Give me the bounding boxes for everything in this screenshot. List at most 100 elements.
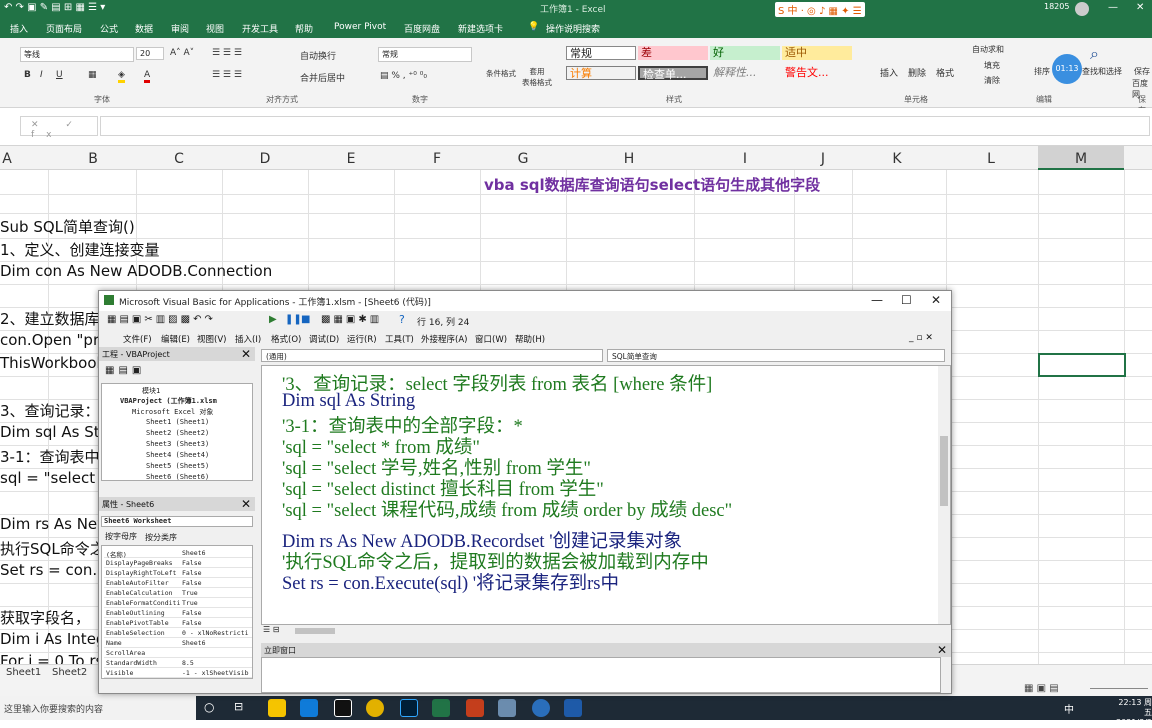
maximize-icon[interactable]: ☐ xyxy=(901,293,912,307)
font-name-select[interactable]: 等线 xyxy=(20,47,134,62)
border-icon[interactable]: ▦ xyxy=(88,70,97,80)
qq-icon[interactable] xyxy=(334,699,352,717)
prop-row[interactable]: Visible -1 - xlSheetVisib xyxy=(104,668,252,678)
tree-item-sheet[interactable]: Sheet1 (Sheet1) xyxy=(146,418,209,426)
cell-text[interactable]: For i = 0 To rs xyxy=(0,652,103,664)
props-object-select[interactable]: Sheet6 Worksheet xyxy=(101,516,253,527)
style-warning[interactable]: 警告文... xyxy=(782,66,852,80)
font-color-icon[interactable]: A xyxy=(144,70,151,83)
insert-cells-button[interactable]: 插入 xyxy=(880,66,898,79)
save-baidu-button[interactable]: 保存 xyxy=(1134,66,1150,77)
menu-insert[interactable]: 插入(I) xyxy=(235,333,261,345)
procedure-select[interactable]: SQL简单查询 xyxy=(607,349,945,362)
explorer-icon[interactable] xyxy=(268,699,286,717)
excel-icon[interactable] xyxy=(432,699,450,717)
sort-filter-button[interactable]: 排序 xyxy=(1034,66,1050,77)
cell-text[interactable]: Sub SQL简单查询() xyxy=(0,216,135,237)
prop-row[interactable]: EnableFormatConditi True xyxy=(104,598,252,608)
pause-icon[interactable]: ❚❚ xyxy=(285,314,302,325)
avatar[interactable] xyxy=(1075,2,1089,16)
project-toolbar-icons[interactable]: ▦▤▣ xyxy=(105,365,145,376)
menu-tools[interactable]: 工具(T) xyxy=(385,333,414,345)
number-format-select[interactable]: 常规 xyxy=(378,47,472,62)
tab-help[interactable]: 帮助 xyxy=(295,22,313,35)
chrome-icon[interactable] xyxy=(366,699,384,717)
formula-controls[interactable]: ✕ ✓ fx xyxy=(20,116,98,140)
style-bad[interactable]: 差 xyxy=(638,46,708,60)
view-mode-icons[interactable]: ▦ ▣ ▤ xyxy=(1024,683,1059,694)
tab-review[interactable]: 审阅 xyxy=(171,22,189,35)
menu-addins[interactable]: 外接程序(A) xyxy=(421,333,467,345)
prop-row[interactable]: EnableAutoFilter False xyxy=(104,578,252,588)
app-icon[interactable] xyxy=(498,699,516,717)
tree-item-sheet[interactable]: Sheet4 (Sheet4) xyxy=(146,451,209,459)
cell-text[interactable]: sql = "select * xyxy=(0,469,107,487)
ime-indicator[interactable]: 中 xyxy=(1064,701,1074,716)
percent-icon[interactable]: ▤ % , ⁺⁰ ⁰₀ xyxy=(380,71,427,81)
italic-button[interactable]: I xyxy=(40,70,43,80)
style-normal[interactable]: 常规 xyxy=(566,46,636,60)
col-header[interactable]: F xyxy=(428,151,446,167)
prop-row[interactable]: EnableSelection 0 - xlNoRestricti xyxy=(104,628,252,638)
prop-row[interactable]: EnableCalculation True xyxy=(104,588,252,598)
tab-baidu[interactable]: 百度网盘 xyxy=(404,22,440,35)
menu-view[interactable]: 视图(V) xyxy=(197,333,226,345)
tree-item-sheet[interactable]: Sheet3 (Sheet3) xyxy=(146,440,209,448)
autosum-button[interactable]: 自动求和 xyxy=(972,44,1004,55)
prop-row[interactable]: ScrollArea xyxy=(104,648,252,658)
cell-text[interactable]: 执行SQL命令之 xyxy=(0,538,105,559)
quick-access-icons[interactable]: ↶ ↷ ▣ ✎ ▤ ⊞ ▦ ☰ ▾ xyxy=(4,2,105,13)
close-icon[interactable]: ✕ xyxy=(241,347,251,361)
recording-timer[interactable]: 01:13 xyxy=(1052,54,1082,84)
col-header[interactable]: A xyxy=(0,151,14,167)
format-cells-button[interactable]: 格式 xyxy=(936,66,954,79)
minimize-icon[interactable]: — xyxy=(871,293,883,307)
code-line[interactable]: Dim sql As String xyxy=(282,391,415,412)
cortana-icon[interactable]: ○ xyxy=(204,700,214,714)
cell-text[interactable]: ThisWorkbook xyxy=(0,354,105,372)
object-select[interactable]: (通用) xyxy=(261,349,603,362)
stop-icon[interactable]: ■ xyxy=(301,314,310,325)
style-good[interactable]: 好 xyxy=(710,46,780,60)
tab-custom[interactable]: 新建选项卡 xyxy=(458,22,503,35)
style-check[interactable]: 检查单... xyxy=(638,66,708,81)
fill-color-icon[interactable]: ◈ xyxy=(118,70,125,83)
mail-icon[interactable] xyxy=(300,699,318,717)
style-calculation[interactable]: 计算 xyxy=(566,66,636,80)
close-icon[interactable]: ✕ xyxy=(937,643,947,657)
wrap-text-button[interactable]: 自动换行 xyxy=(300,49,336,62)
task-view-icon[interactable]: ⊟ xyxy=(234,700,243,713)
tab-layout[interactable]: 页面布局 xyxy=(46,22,82,35)
tree-item-sheet[interactable]: Sheet5 (Sheet5) xyxy=(146,462,209,470)
code-line[interactable]: Set rs = con.Execute(sql) '将记录集存到rs中 xyxy=(282,569,619,595)
tab-view[interactable]: 视图 xyxy=(206,22,224,35)
app-icon[interactable] xyxy=(564,699,582,717)
tree-item-sheet[interactable]: Sheet2 (Sheet2) xyxy=(146,429,209,437)
code-hscrollbar[interactable]: ☰ ⊟ xyxy=(261,625,951,637)
cond-format-button[interactable]: 条件格式 xyxy=(486,68,516,79)
delete-cells-button[interactable]: 删除 xyxy=(908,66,926,79)
fill-button[interactable]: 填充 xyxy=(984,60,1000,71)
tab-formulas[interactable]: 公式 xyxy=(100,22,118,35)
col-header[interactable]: E xyxy=(342,151,360,167)
prop-row[interactable]: DisplayPageBreaks False xyxy=(104,558,252,568)
tree-item-project[interactable]: VBAProject (工作簿1.xlsm xyxy=(120,396,217,406)
underline-button[interactable]: U xyxy=(56,70,63,80)
code-editor[interactable]: '3、查询记录：select 字段列表 from 表名 [where 条件] D… xyxy=(261,365,951,625)
close-icon[interactable]: ✕ xyxy=(1136,2,1144,13)
col-header[interactable]: M xyxy=(1072,151,1090,167)
clock[interactable]: 22:13 周五 2021/8/2 xyxy=(1112,698,1152,728)
close-icon[interactable]: ✕ xyxy=(241,497,251,511)
tree-item-module[interactable]: 模块1 xyxy=(142,386,160,396)
style-explanatory[interactable]: 解释性... xyxy=(710,66,780,80)
bold-button[interactable]: B xyxy=(24,70,31,80)
toolbar-icons[interactable]: ▦▤▣✂▥▨▩↶↷ xyxy=(107,314,216,325)
col-header[interactable]: B xyxy=(84,151,102,167)
cell-text[interactable]: Dim con As New ADODB.Connection xyxy=(0,262,272,280)
cell-text[interactable]: 2、建立数据库 xyxy=(0,308,100,329)
col-header[interactable]: D xyxy=(256,151,274,167)
menu-window[interactable]: 窗口(W) xyxy=(475,333,507,345)
help-icon[interactable]: ? xyxy=(399,313,405,326)
cell-text[interactable]: Dim sql As Stri xyxy=(0,423,110,441)
photoshop-icon[interactable] xyxy=(400,699,418,717)
